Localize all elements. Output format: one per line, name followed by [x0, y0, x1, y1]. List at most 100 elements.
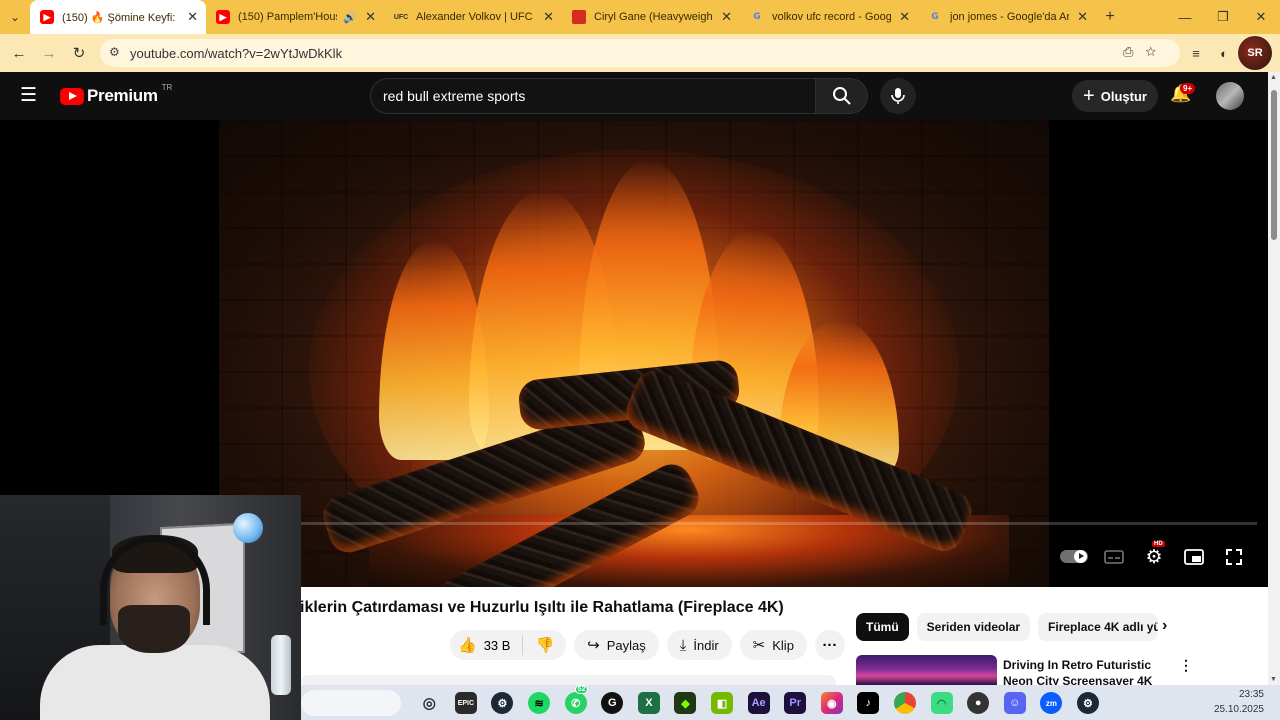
like-count: 33 B [483, 637, 511, 653]
gear-icon: ⚙ [1145, 546, 1163, 568]
taskbar-apps: ◎ EPIC ⚙ ≋ ✆ 52 G X ◆ ◧ Ae Pr ◉ ♪ ◠ ● ☺ z… [411, 685, 1106, 717]
steam-icon[interactable]: ⚙ [1076, 692, 1099, 714]
clock-date: 25.10.2025 [1213, 704, 1264, 715]
chevron-right-icon[interactable]: › [1162, 617, 1167, 635]
search-button[interactable] [816, 78, 868, 114]
chip-series[interactable]: Seriden videolar [916, 613, 1031, 641]
tab[interactable]: ▶ (150) Pamplem'House 🔊 ✕ [206, 0, 384, 34]
scrollbar-thumb[interactable] [1271, 90, 1277, 240]
obs-icon[interactable]: ◎ [418, 692, 440, 714]
spotify-icon[interactable]: ≋ [528, 692, 551, 714]
video-frame-fireplace[interactable] [219, 120, 1049, 587]
whatsapp-icon[interactable]: ✆ 52 [564, 685, 589, 714]
scissors-icon: ✂ [752, 637, 766, 654]
bookmark-star-icon[interactable]: ☆ [1145, 44, 1168, 59]
chip-uploader[interactable]: Fireplace 4K adlı yükleyiciden [1038, 613, 1159, 641]
google-icon: G [753, 12, 761, 22]
reload-button[interactable]: ↻ [64, 44, 94, 62]
fullscreen-button[interactable] [1222, 545, 1246, 569]
tab-title: Ciryl Gane (Heavyweight) | UFC [594, 11, 714, 23]
taskbar-search-box[interactable] [301, 690, 401, 716]
discord-icon[interactable]: ☺ [1003, 692, 1026, 714]
voice-search-button[interactable] [880, 78, 916, 114]
recommendation-filter-chips: Tümü Seriden videolar Fireplace 4K adlı … [856, 613, 1166, 641]
install-app-icon[interactable]: ⎙ [1123, 44, 1145, 59]
account-avatar[interactable] [1216, 82, 1244, 110]
profile-avatar[interactable]: SR [1238, 36, 1272, 70]
address-bar[interactable]: ⚙ youtube.com/watch?v=2wYtJwDkKlk ⎙☆ [100, 39, 1180, 67]
restore-button[interactable]: ❐ [1204, 9, 1242, 25]
youtube-logo[interactable]: Premium TR [60, 83, 172, 106]
more-actions-button[interactable]: ··· [814, 630, 845, 660]
close-icon[interactable]: ✕ [721, 9, 732, 25]
excel-icon[interactable]: X [637, 692, 660, 714]
more-vertical-icon[interactable]: ⋮ [1179, 657, 1193, 674]
close-icon[interactable]: ✕ [187, 9, 198, 25]
clip-button[interactable]: ✂ Klip [739, 630, 807, 660]
menu-icon[interactable]: ☰ [20, 86, 40, 106]
miniplayer-button[interactable] [1182, 545, 1206, 569]
recommendation-item[interactable]: Driving In Retro Futuristic Neon City Sc… [856, 655, 1256, 688]
dislike-button[interactable]: 👎 [523, 636, 566, 654]
extensions-icon[interactable]: ◐ [1210, 46, 1238, 61]
after-effects-icon[interactable]: Ae [747, 692, 770, 714]
page-scrollbar[interactable]: ▲ ▼ [1268, 72, 1280, 685]
chip-all[interactable]: Tümü [856, 613, 909, 641]
recommendation-thumbnail[interactable] [856, 655, 997, 685]
app-g-icon[interactable]: G [601, 692, 624, 714]
tab-search-button[interactable]: ⌄ [0, 0, 30, 34]
close-icon[interactable]: ✕ [1077, 9, 1088, 25]
tab[interactable]: G jon jomes - Google'da Ara ✕ [918, 0, 1096, 34]
new-tab-button[interactable]: + [1096, 8, 1124, 26]
tiktok-icon[interactable]: ♪ [857, 692, 880, 714]
create-button[interactable]: + Oluştur [1072, 80, 1158, 112]
screen: ⌄ ▶ (150) 🔥 Şömine Keyfi: Sıcak ✕ ▶ (150… [0, 0, 1280, 720]
notifications-button[interactable]: 🔔 9+ [1170, 83, 1196, 108]
video-progress-bar[interactable] [300, 522, 1257, 525]
tab-title: volkov ufc record - Google'da Ara [772, 11, 892, 23]
steam-icon[interactable]: ⚙ [491, 692, 514, 714]
speaker-icon[interactable]: 🔊 [343, 11, 357, 24]
instagram-icon[interactable]: ◉ [820, 692, 843, 714]
download-button[interactable]: ⤓ İndir [666, 630, 732, 660]
android-icon[interactable]: ◠ [930, 692, 953, 714]
share-button[interactable]: ↪ Paylaş [574, 630, 659, 660]
autoplay-toggle[interactable] [1060, 550, 1088, 563]
close-icon[interactable]: ✕ [543, 9, 554, 25]
scroll-up-icon[interactable]: ▲ [1270, 74, 1277, 81]
system-clock[interactable]: 23:35 25.10.2025 [1214, 687, 1264, 717]
tab[interactable]: Ciryl Gane (Heavyweight) | UFC ✕ [562, 0, 740, 34]
zoom-icon[interactable]: zm [1040, 692, 1063, 714]
site-info-icon[interactable]: ⚙ [109, 45, 120, 59]
like-button[interactable]: 👍 33 B [450, 635, 524, 655]
omnibox-actions: ⎙☆ [1123, 44, 1168, 60]
forward-button[interactable]: → [34, 45, 64, 62]
close-icon[interactable]: ✕ [365, 9, 376, 25]
nvidia-icon[interactable]: ◧ [711, 692, 734, 714]
chrome-icon[interactable] [894, 692, 917, 714]
thumbs-up-icon: 👍 [458, 637, 477, 654]
minimize-button[interactable]: — [1166, 10, 1204, 25]
search-input[interactable]: red bull extreme sports [370, 78, 816, 114]
green-app-icon[interactable]: ◆ [674, 692, 697, 714]
premiere-icon[interactable]: Pr [784, 692, 807, 714]
settings-button[interactable]: ⚙ HD [1142, 541, 1166, 569]
close-window-button[interactable]: ✕ [1242, 9, 1280, 25]
description-box-top[interactable] [300, 675, 836, 685]
streamer-shirt [40, 645, 270, 720]
download-icon: ⤓ [679, 636, 687, 654]
search-icon [832, 87, 851, 105]
youtube-icon: ▶ [40, 10, 54, 24]
back-button[interactable]: ← [4, 45, 34, 62]
close-icon[interactable]: ✕ [899, 9, 910, 25]
subtitles-button[interactable] [1102, 545, 1126, 569]
reading-list-icon[interactable]: ≡ [1182, 46, 1210, 61]
tab[interactable]: UFC Alexander Volkov | UFC ✕ [384, 0, 562, 34]
scroll-down-icon[interactable]: ▼ [1270, 676, 1277, 683]
epic-games-icon[interactable]: EPIC [454, 692, 477, 714]
window-controls: — ❐ ✕ [1166, 0, 1280, 34]
tab-active[interactable]: ▶ (150) 🔥 Şömine Keyfi: Sıcak ✕ [30, 0, 206, 34]
tab[interactable]: G volkov ufc record - Google'da Ara ✕ [740, 0, 918, 34]
youtube-header: ☰ Premium TR red bull extreme sports + O… [0, 72, 1268, 120]
app-dark-icon[interactable]: ● [967, 692, 990, 714]
